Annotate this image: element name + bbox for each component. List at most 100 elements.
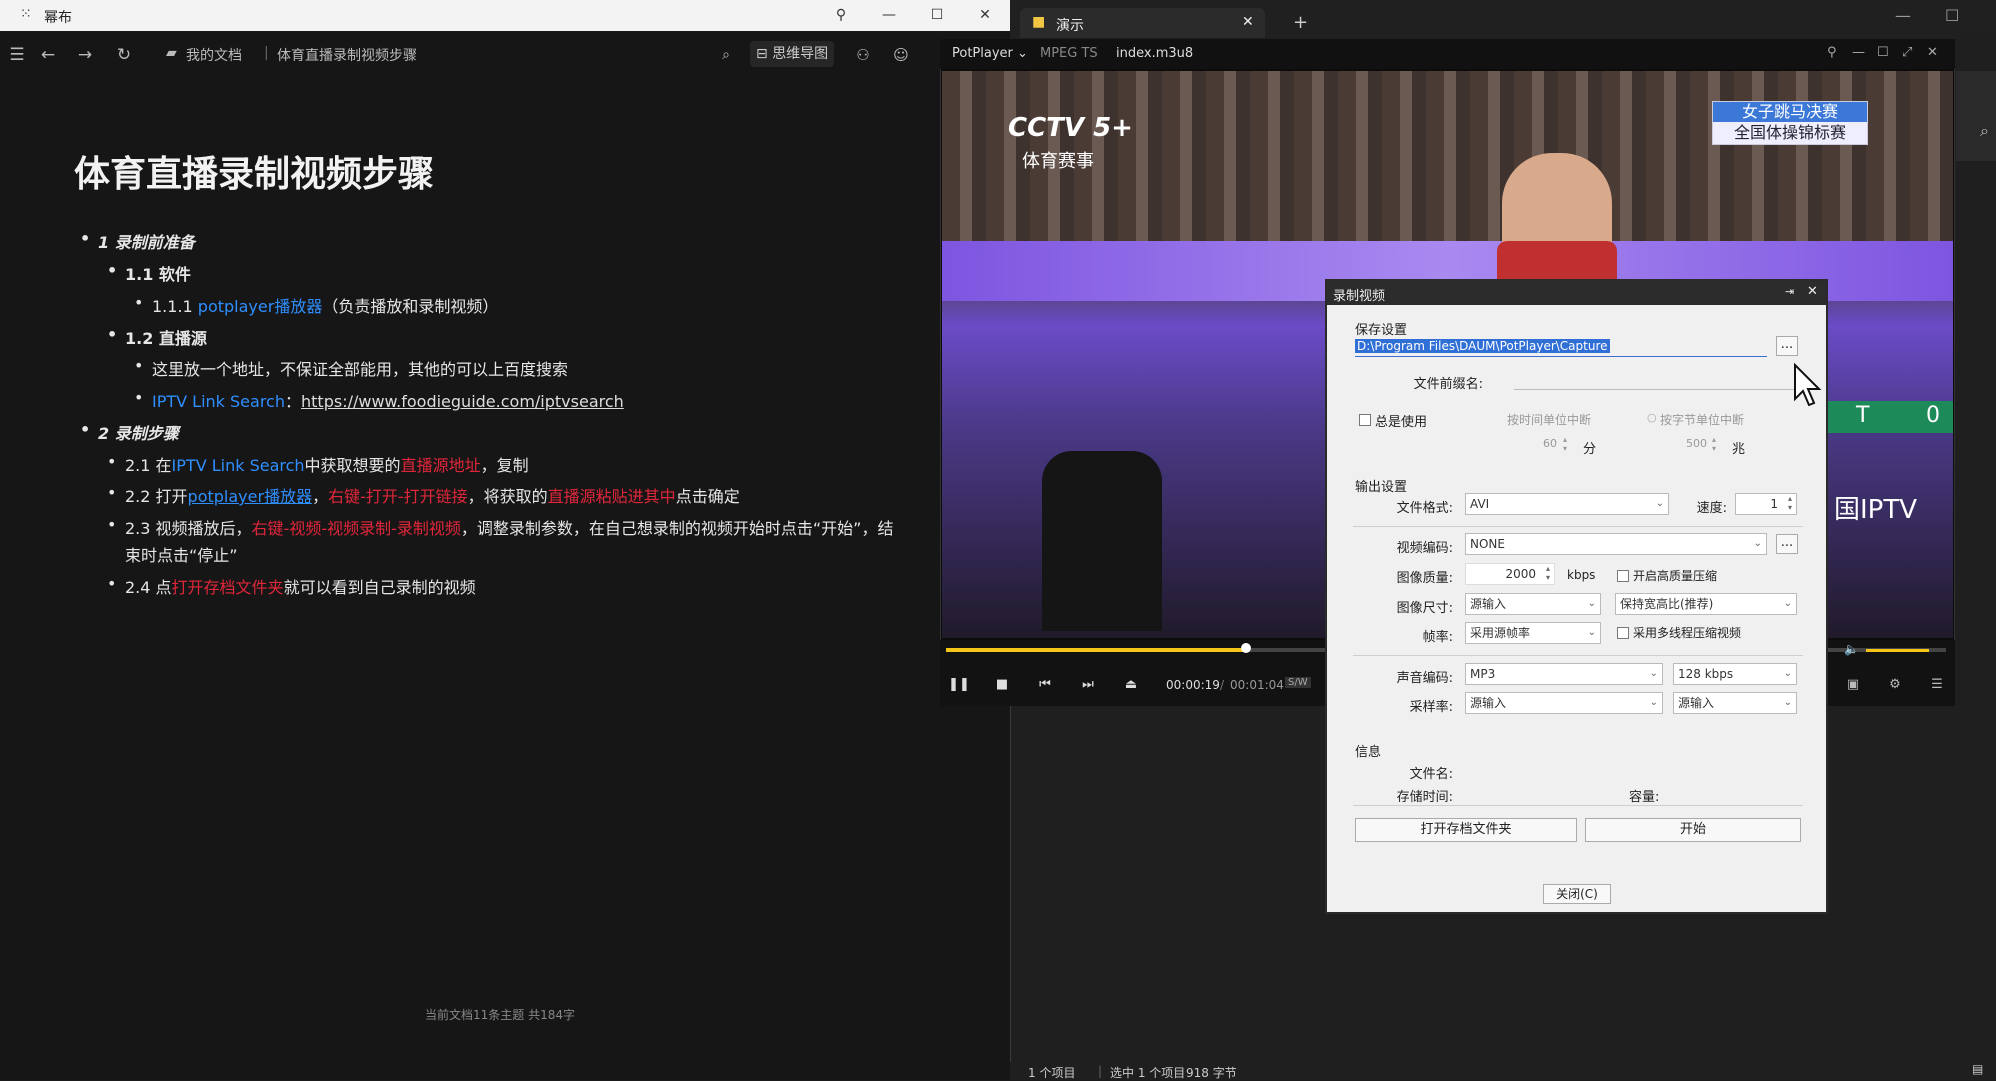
restore-icon[interactable]: ☐ — [1877, 45, 1889, 60]
tab-yanshi[interactable]: ■ 演示 ✕ — [1020, 8, 1265, 38]
close-icon[interactable]: ✕ — [1927, 45, 1938, 60]
maximize-button[interactable]: ☐ — [922, 4, 952, 26]
stop-icon[interactable]: ■ — [991, 677, 1013, 697]
playlist-icon[interactable]: ▣ — [1842, 677, 1864, 697]
refresh-icon[interactable]: ↻ — [113, 44, 135, 66]
list-item[interactable]: • 2.2 打开potplayer播放器，右键-打开-打开链接，将获取的直播源粘贴… — [107, 483, 740, 507]
menu-icon[interactable]: ☰ — [1926, 677, 1948, 697]
split-time-value[interactable]: 60 — [1533, 437, 1557, 450]
potplayer-menu[interactable]: PotPlayer ⌄ — [952, 46, 1028, 61]
prev-icon[interactable]: ⏮ — [1034, 677, 1056, 697]
mindmap-icon: ⊟ — [756, 46, 773, 62]
list-item[interactable]: • 2 录制步骤 — [80, 420, 179, 444]
start-button[interactable]: 开始 — [1585, 818, 1801, 842]
explorer-maximize-icon[interactable]: ☐ — [1945, 6, 1959, 25]
eject-icon[interactable]: ⏏ — [1120, 677, 1142, 697]
next-icon[interactable]: ⏭ — [1077, 677, 1099, 697]
minimize-button[interactable]: — — [874, 4, 904, 26]
list-item[interactable]: • 1.1 软件 — [107, 261, 191, 285]
list-item[interactable]: • 2.1 在IPTV Link Search中获取想要的直播源地址，复制 — [107, 452, 529, 476]
speed-spinner[interactable]: 1 ▴ ▾ — [1735, 493, 1797, 515]
audio-bitrate-select[interactable]: 128 kbps ⌄ — [1673, 663, 1797, 685]
pause-icon[interactable]: ❚❚ — [948, 677, 970, 697]
pin-icon[interactable]: ⚲ — [826, 4, 856, 26]
browse-button[interactable]: ... — [1776, 336, 1798, 356]
search-icon[interactable]: ⌕ — [1980, 121, 1989, 141]
multithread-checkbox[interactable] — [1617, 627, 1629, 639]
list-item[interactable]: • 1.2 直播源 — [107, 325, 207, 349]
explorer-tabbar: ■ 演示 ✕ + — ☐ — [1010, 0, 1996, 38]
details-view-icon[interactable]: ▤ — [1972, 1062, 1983, 1076]
collaborate-icon[interactable]: ☺ — [890, 44, 912, 66]
aspect-select[interactable]: 保持宽高比(推荐) ⌄ — [1615, 593, 1797, 615]
explorer-divider — [1010, 705, 1011, 1062]
search-doc-icon[interactable]: ⌕ — [715, 44, 737, 66]
link-potplayer[interactable]: potplayer播放器 — [198, 297, 323, 316]
divider — [1353, 805, 1803, 806]
close-dialog-button[interactable]: 关闭(C) — [1543, 884, 1611, 904]
format-select[interactable]: AVI ⌄ — [1465, 493, 1669, 515]
multithread-label: 采用多线程压缩视频 — [1633, 626, 1742, 640]
size-select[interactable]: 源输入 ⌄ — [1465, 593, 1601, 615]
always-use-checkbox[interactable] — [1359, 414, 1371, 426]
explorer-minimize-icon[interactable]: — — [1895, 6, 1911, 25]
close-button[interactable]: ✕ — [970, 4, 1000, 26]
split-bytes-option[interactable]: 按字节单位中断 — [1660, 411, 1744, 428]
audio-codec-select[interactable]: MP3 ⌄ — [1465, 663, 1663, 685]
dialog-close-icon[interactable]: ✕ — [1807, 284, 1818, 299]
quality-spinner[interactable]: 2000 ▴ ▾ — [1465, 563, 1555, 585]
list-item[interactable]: • 这里放一个地址，不保证全部能用，其他的可以上百度搜索 — [134, 356, 568, 380]
breadcrumb-current[interactable]: 体育直播录制视频步骤 — [277, 45, 417, 65]
volume-bar[interactable] — [1866, 649, 1936, 652]
quality-label: 图像质量: — [1396, 571, 1453, 586]
video-codec-select[interactable]: NONE ⌄ — [1465, 533, 1767, 555]
settings-icon[interactable]: ⚙ — [1884, 677, 1906, 697]
new-tab-button[interactable]: + — [1293, 12, 1308, 33]
back-icon[interactable]: ← — [37, 44, 59, 66]
mindmap-label: 思维导图 — [772, 46, 829, 62]
spin-icon[interactable]: ▴ ▾ — [1712, 435, 1716, 453]
iptv-watermark: 国IPTV — [1834, 495, 1918, 525]
stream-format: MPEG TS — [1040, 46, 1098, 61]
mubu-titlebar: ⁙ 幂布 ⚲ — ☐ ✕ — [0, 0, 1010, 31]
radio-icon[interactable]: ○ — [1647, 411, 1657, 424]
pin-icon[interactable]: ⚲ — [1827, 45, 1837, 60]
decoder-mode[interactable]: S/W — [1285, 677, 1311, 688]
dialog-pin-icon[interactable]: ⇥ — [1785, 285, 1794, 298]
divider — [1353, 526, 1803, 527]
dialog-titlebar: 录制视频 ⇥ ✕ — [1327, 281, 1826, 305]
minimize-icon[interactable]: — — [1852, 45, 1865, 60]
cctv-logo: CCTV 5+ — [1008, 113, 1133, 143]
forward-icon[interactable]: → — [74, 44, 96, 66]
list-item[interactable]: • 1 录制前准备 — [80, 229, 195, 253]
doc-title: 体育直播录制视频步骤 — [74, 153, 435, 195]
save-path-input[interactable]: D:\Program Files\DAUM\PotPlayer\Capture — [1355, 339, 1767, 357]
dialog-title: 录制视频 — [1333, 289, 1386, 304]
share-icon[interactable]: ⚇ — [852, 44, 874, 66]
hq-compress-checkbox[interactable] — [1617, 570, 1629, 582]
list-item[interactable]: • 2.3 视频播放后，右键-视频-视频录制-录制视频，调整录制参数，在自己想录制… — [107, 515, 893, 539]
volume-icon[interactable]: 🔈 — [1844, 642, 1859, 656]
split-bytes-value[interactable]: 500 — [1679, 437, 1707, 450]
fps-label: 帧率: — [1422, 630, 1453, 645]
menu-icon[interactable]: ☰ — [6, 44, 28, 66]
seek-handle[interactable] — [1241, 643, 1251, 653]
list-item[interactable]: • IPTV Link Search：https://www.foodieguid… — [134, 388, 624, 412]
tab-close-icon[interactable]: ✕ — [1242, 14, 1254, 30]
mindmap-button[interactable]: ⊟ 思维导图 — [750, 41, 835, 67]
list-item[interactable]: • 1.1.1 potplayer播放器（负责播放和录制视频） — [134, 293, 498, 317]
samplerate-select[interactable]: 源输入 ⌄ — [1465, 692, 1663, 714]
iptv-url-link[interactable]: https://www.foodieguide.com/iptvsearch — [301, 392, 624, 411]
split-time-option[interactable]: 按时间单位中断 — [1507, 411, 1591, 428]
codec-settings-button[interactable]: ... — [1776, 534, 1798, 554]
spin-icon[interactable]: ▴ ▾ — [1563, 435, 1567, 453]
list-item[interactable]: • 2.4 点打开存档文件夹就可以看到自己录制的视频 — [107, 574, 476, 598]
output-settings-heading: 输出设置 — [1355, 480, 1408, 495]
breadcrumb-root[interactable]: 我的文档 — [186, 45, 242, 65]
mouse-cursor-icon — [1794, 363, 1822, 407]
fps-select[interactable]: 采用源帧率 ⌄ — [1465, 622, 1601, 644]
prefix-input[interactable] — [1514, 389, 1798, 390]
fullscreen-icon[interactable]: ⤢ — [1902, 45, 1912, 60]
channels-select[interactable]: 源输入 ⌄ — [1673, 692, 1797, 714]
open-folder-button[interactable]: 打开存档文件夹 — [1355, 818, 1577, 842]
